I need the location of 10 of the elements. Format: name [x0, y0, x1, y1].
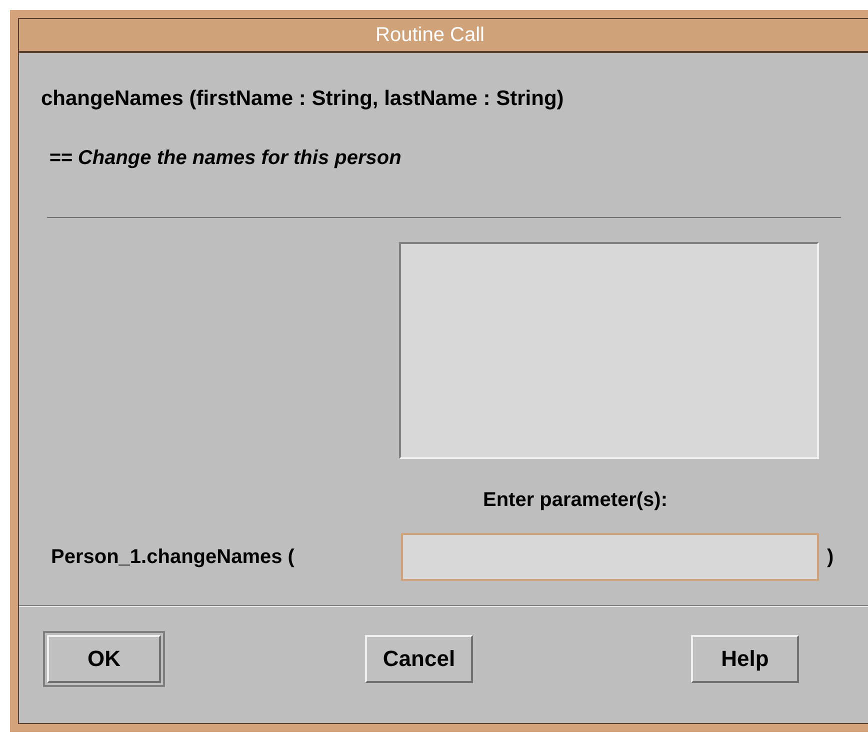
window-title: Routine Call [19, 19, 868, 53]
call-history-list[interactable] [399, 242, 819, 458]
parameter-field[interactable] [401, 532, 819, 580]
prompt-label: Enter parameter(s): [483, 488, 669, 512]
call-prefix: Person_1.changeNames ( [51, 544, 296, 570]
method-comment: == Change the names for this person [49, 146, 402, 170]
dialog-button[interactable]: Cancel [364, 634, 473, 682]
method-signature: changeNames (firstName : String, lastName : String) [41, 86, 565, 112]
call-suffix: ) [827, 544, 834, 570]
dialog-button[interactable]: Help [691, 634, 799, 682]
